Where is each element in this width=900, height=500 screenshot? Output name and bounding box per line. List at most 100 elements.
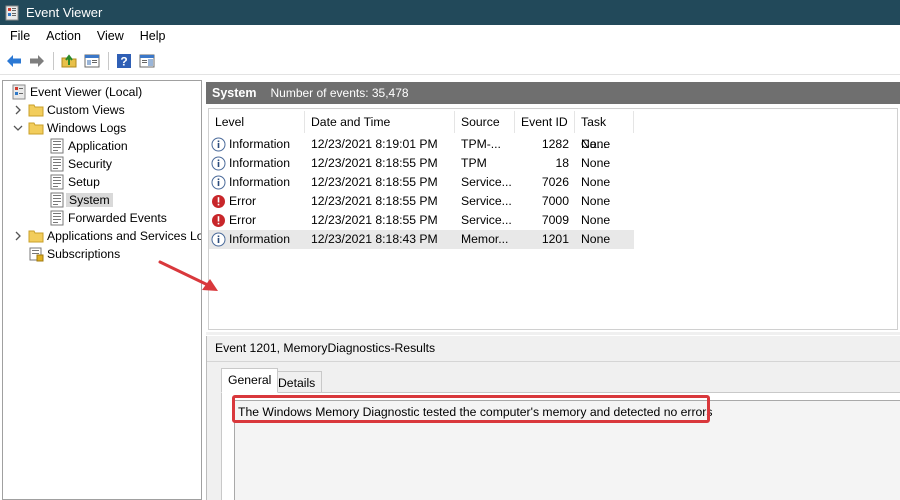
toolbar-separator (108, 51, 109, 70)
level-cell: Information (209, 173, 305, 192)
event-id-cell: 1201 (541, 232, 569, 246)
menu-bar: File Action View Help (0, 25, 900, 47)
menu-view[interactable]: View (89, 25, 132, 47)
level-cell: Information (209, 230, 305, 249)
up-button[interactable] (59, 51, 79, 71)
task-category-cell: None (581, 194, 611, 208)
event-details-pane: Event 1201, MemoryDiagnostics-Results Ge… (206, 336, 900, 500)
source-cell: TPM (461, 156, 487, 170)
pane-splitter[interactable] (206, 332, 900, 335)
log-icon (50, 174, 64, 190)
source-cell: Service... (461, 213, 512, 227)
tree-item-security[interactable]: Security (49, 155, 112, 173)
event-viewer-icon (12, 84, 26, 100)
error-icon (212, 195, 225, 208)
tree-item-label: Windows Logs (47, 121, 127, 135)
level-cell: Information (209, 154, 305, 173)
level-text: Information (229, 175, 290, 189)
svg-text:?: ? (120, 54, 127, 68)
title-bar: Event Viewer (0, 0, 900, 25)
datetime-cell: 12/23/2021 8:18:55 PM (311, 156, 438, 170)
table-row[interactable]: Information 12/23/2021 8:18:55 PM TPM 18… (209, 154, 634, 173)
events-table[interactable]: Level Date and Time Source Event ID Task… (208, 108, 898, 330)
tree-item-label: Security (68, 157, 113, 171)
menu-file[interactable]: File (0, 25, 38, 47)
datetime-cell: 12/23/2021 8:18:55 PM (311, 175, 438, 189)
chevron-down-icon[interactable] (12, 122, 24, 134)
general-tab-content: The Windows Memory Diagnostic tested the… (221, 392, 900, 500)
menu-help[interactable]: Help (132, 25, 174, 47)
back-icon (7, 54, 21, 67)
log-name: System (212, 86, 257, 100)
error-icon (212, 214, 225, 227)
tree-item-label: Forwarded Events (68, 211, 167, 225)
event-count: Number of events: 35,478 (270, 86, 409, 100)
information-icon (211, 137, 226, 152)
column-header-source[interactable]: Source (455, 111, 515, 133)
tab-details[interactable]: Details (271, 371, 323, 393)
help-button[interactable]: ? (114, 51, 134, 71)
datetime-cell: 12/23/2021 8:19:01 PM (311, 137, 438, 151)
tree-item-label: Event Viewer (Local) (30, 85, 143, 99)
source-cell: Memor... (461, 232, 509, 246)
log-icon (50, 192, 64, 208)
information-icon (211, 175, 226, 190)
tree-item-application[interactable]: Application (49, 137, 128, 155)
tree-item-applications-and-services[interactable]: Applications and Services Lo (12, 227, 202, 245)
level-text: Information (229, 232, 290, 246)
tree-item-setup[interactable]: Setup (49, 173, 100, 191)
column-header-event-id[interactable]: Event ID (515, 111, 575, 133)
show-hide-tree-button[interactable] (82, 51, 102, 71)
divider (207, 361, 900, 362)
log-icon (50, 210, 64, 226)
tree-item-windows-logs[interactable]: Windows Logs (12, 119, 126, 137)
table-row[interactable]: Error 12/23/2021 8:18:55 PM Service... 7… (209, 211, 634, 230)
event-viewer-icon (5, 5, 19, 20)
level-cell: Information (209, 135, 305, 154)
column-header-date-time[interactable]: Date and Time (305, 111, 455, 133)
tree-item-label: Subscriptions (47, 247, 121, 261)
source-cell: Service... (461, 194, 512, 208)
source-cell: TPM-... (461, 137, 501, 151)
back-button[interactable] (4, 51, 24, 71)
source-cell: Service... (461, 175, 512, 189)
table-row[interactable]: Information 12/23/2021 8:18:55 PM Servic… (209, 173, 634, 192)
folder-icon (28, 230, 44, 243)
tree-item-label: Applications and Services Lo (47, 229, 202, 243)
event-message-box[interactable]: The Windows Memory Diagnostic tested the… (232, 395, 900, 500)
properties-button[interactable] (137, 51, 157, 71)
datetime-cell: 12/23/2021 8:18:55 PM (311, 194, 438, 208)
folder-icon (28, 122, 44, 135)
tab-general[interactable]: General (221, 368, 279, 393)
forward-button[interactable] (27, 51, 47, 71)
column-header-task-category[interactable]: Task Ca... (575, 111, 634, 151)
console-tree: Event Viewer (Local) Custom Views Window… (2, 80, 202, 500)
task-category-cell: None (581, 156, 611, 170)
event-details-title: Event 1201, MemoryDiagnostics-Results (215, 341, 436, 355)
subscriptions-icon (29, 247, 44, 262)
menu-action[interactable]: Action (38, 25, 89, 47)
event-id-cell: 7009 (541, 213, 569, 227)
table-header: Level Date and Time Source Event ID Task… (209, 111, 634, 151)
table-row[interactable]: Error 12/23/2021 8:18:55 PM Service... 7… (209, 192, 634, 211)
task-category-cell: None (581, 137, 611, 151)
tree-item-system[interactable]: System (49, 191, 113, 209)
tree-item-subscriptions[interactable]: Subscriptions (28, 245, 120, 263)
tree-item-label: System (66, 193, 113, 207)
help-icon: ? (117, 53, 131, 68)
table-row[interactable]: Information 12/23/2021 8:19:01 PM TPM-..… (209, 135, 634, 154)
log-icon (50, 156, 64, 172)
column-header-level[interactable]: Level (209, 111, 305, 133)
log-header: System Number of events: 35,478 (206, 82, 900, 104)
up-folder-icon (61, 53, 77, 67)
tree-item-event-viewer-local[interactable]: Event Viewer (Local) (11, 83, 142, 101)
toolbar: ? (0, 47, 900, 75)
information-icon (211, 156, 226, 171)
tree-item-label: Custom Views (47, 103, 125, 117)
tree-item-forwarded-events[interactable]: Forwarded Events (49, 209, 167, 227)
chevron-right-icon[interactable] (12, 230, 24, 242)
level-text: Error (229, 213, 257, 227)
chevron-right-icon[interactable] (12, 104, 24, 116)
table-row-selected[interactable]: Information 12/23/2021 8:18:43 PM Memor.… (209, 230, 634, 249)
tree-item-custom-views[interactable]: Custom Views (12, 101, 125, 119)
